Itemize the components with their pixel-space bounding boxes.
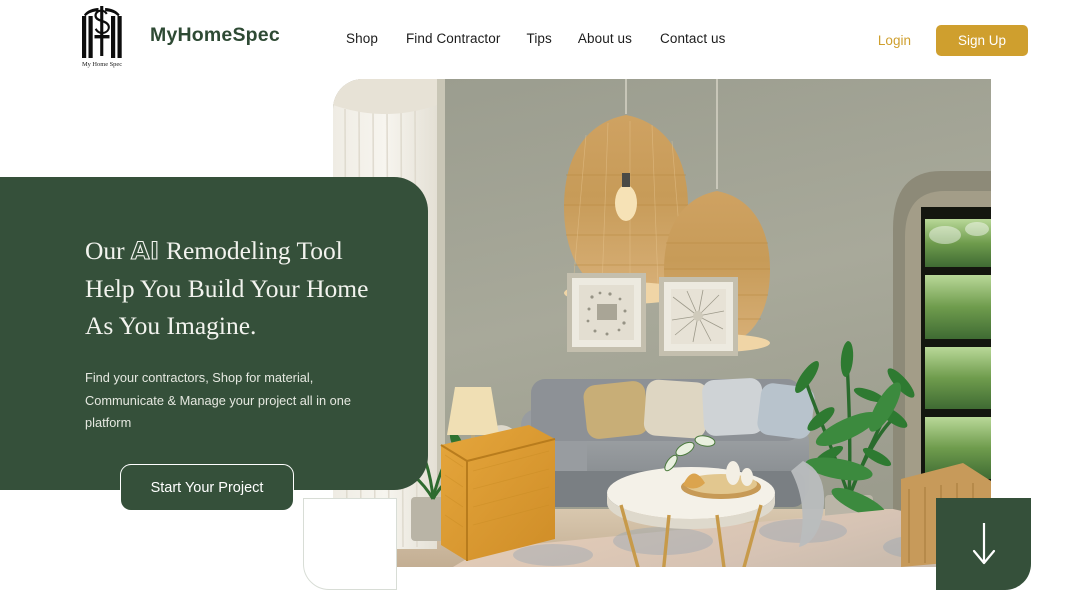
- main-navigation: Shop Find Contractor Tips About us Conta…: [346, 31, 726, 46]
- headline-ai-word: AI: [131, 236, 160, 265]
- logo-caption: My Home Spec: [82, 61, 122, 68]
- login-link[interactable]: Login: [878, 33, 911, 48]
- nav-item-tips[interactable]: Tips: [526, 31, 551, 46]
- auth-actions: Login Sign Up: [878, 25, 1028, 56]
- headline-line-3: As You Imagine.: [85, 311, 257, 340]
- page-title: Our AI Remodeling Tool Help You Build Yo…: [85, 232, 405, 344]
- landing-page: My Home Spec MyHomeSpec Shop Find Contra…: [0, 0, 1080, 607]
- nav-item-about-us[interactable]: About us: [578, 31, 632, 46]
- brand-logo[interactable]: My Home Spec MyHomeSpec: [76, 2, 280, 68]
- myhomespec-monogram-icon: My Home Spec: [76, 2, 128, 68]
- start-your-project-button[interactable]: Start Your Project: [120, 464, 294, 511]
- nav-item-contact-us[interactable]: Contact us: [660, 31, 726, 46]
- headline-line-2: Help You Build Your Home: [85, 274, 369, 303]
- decorative-outline-card: [303, 498, 397, 590]
- headline-prefix: Our: [85, 236, 132, 265]
- site-header: My Home Spec MyHomeSpec Shop Find Contra…: [0, 0, 1080, 79]
- headline-suffix: Remodeling Tool: [159, 236, 343, 265]
- hero-interior-image: [333, 79, 991, 567]
- scroll-down-button[interactable]: [936, 498, 1031, 590]
- signup-button[interactable]: Sign Up: [935, 25, 1028, 56]
- hero-subtext: Find your contractors, Shop for material…: [85, 370, 352, 430]
- nav-item-find-contractor[interactable]: Find Contractor: [406, 31, 501, 46]
- arrow-down-icon: [972, 523, 995, 565]
- hero-text-panel: Our AI Remodeling Tool Help You Build Yo…: [0, 177, 428, 490]
- brand-name: MyHomeSpec: [150, 23, 280, 46]
- nav-item-shop[interactable]: Shop: [346, 31, 378, 46]
